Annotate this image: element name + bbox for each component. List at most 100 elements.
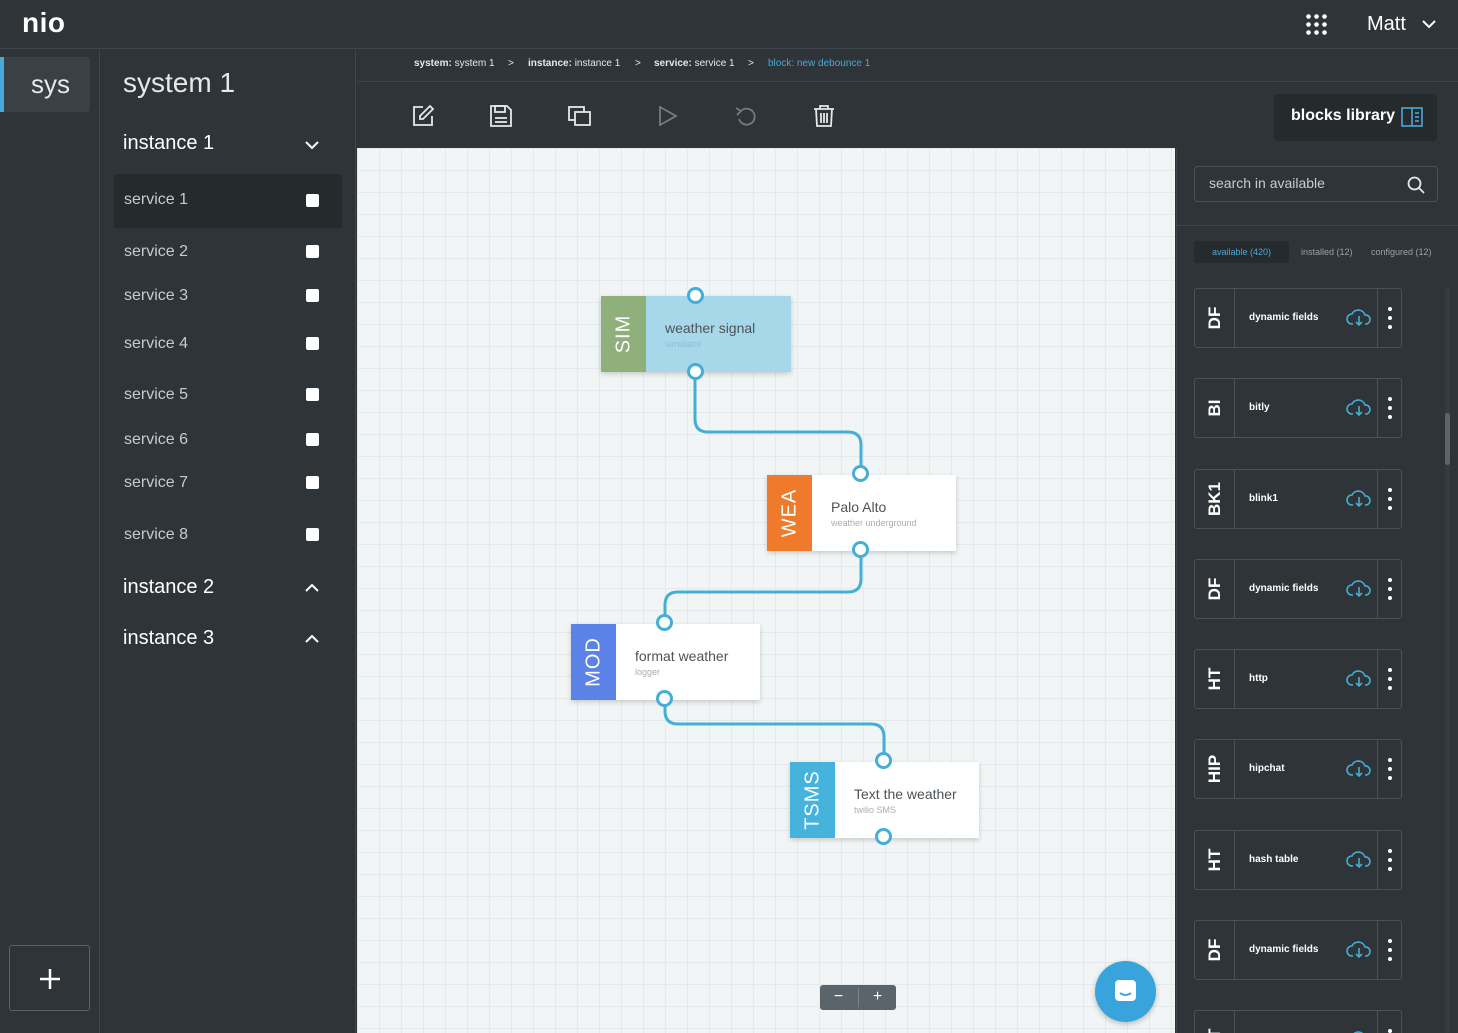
- service-item-3[interactable]: service 3: [114, 274, 342, 318]
- more-options-icon[interactable]: [1377, 379, 1401, 437]
- service-item-7[interactable]: service 7: [114, 461, 342, 505]
- stop-icon[interactable]: [306, 528, 319, 541]
- input-port[interactable]: [875, 752, 892, 769]
- service-item-6[interactable]: service 6: [114, 418, 342, 462]
- instance-2-header[interactable]: instance 2: [123, 576, 214, 599]
- block-code-tag: HIP: [1195, 740, 1235, 798]
- search-icon[interactable]: [1407, 176, 1425, 194]
- input-port[interactable]: [852, 465, 869, 482]
- service-item-8[interactable]: service 8: [114, 513, 342, 557]
- library-block-card[interactable]: DF dynamic fields: [1194, 559, 1402, 619]
- more-options-icon[interactable]: [1377, 650, 1401, 708]
- block-connections: [663, 372, 886, 761]
- nio-logo[interactable]: nio: [22, 7, 66, 39]
- blocks-library-button[interactable]: blocks library: [1274, 94, 1437, 141]
- cloud-download-icon[interactable]: [1346, 668, 1372, 688]
- stop-icon[interactable]: [306, 245, 319, 258]
- input-port[interactable]: [687, 287, 704, 304]
- service-item-1[interactable]: service 1: [114, 174, 342, 228]
- play-icon[interactable]: [654, 103, 680, 129]
- breadcrumb-service[interactable]: service: service 1: [654, 58, 735, 69]
- library-block-card[interactable]: BK1 blink1: [1194, 469, 1402, 529]
- trash-icon[interactable]: [811, 103, 837, 129]
- cloud-download-icon[interactable]: [1346, 1029, 1372, 1033]
- top-bar: nio Matt: [0, 0, 1458, 49]
- block-name: hash table: [1249, 854, 1299, 865]
- more-options-icon[interactable]: [1377, 470, 1401, 528]
- block-code-tag: HT: [1195, 831, 1235, 889]
- stop-icon[interactable]: [306, 289, 319, 302]
- more-options-icon[interactable]: [1377, 740, 1401, 798]
- rail-item-sys[interactable]: sys: [0, 57, 90, 112]
- service-item-5[interactable]: service 5: [114, 373, 342, 417]
- library-block-card[interactable]: HT http: [1194, 649, 1402, 709]
- block-name: blink1: [1249, 493, 1278, 504]
- stop-icon[interactable]: [306, 194, 319, 207]
- output-port[interactable]: [875, 828, 892, 845]
- chevron-down-icon[interactable]: [304, 137, 320, 153]
- cloud-download-icon[interactable]: [1346, 397, 1372, 417]
- search-input[interactable]: [1209, 175, 1399, 191]
- output-port[interactable]: [656, 690, 673, 707]
- chevron-up-icon[interactable]: [304, 631, 320, 647]
- scrollbar-thumb[interactable]: [1445, 413, 1450, 465]
- cloud-download-icon[interactable]: [1346, 758, 1372, 778]
- breadcrumb-system[interactable]: system: system 1: [414, 58, 495, 69]
- cloud-download-icon[interactable]: [1346, 939, 1372, 959]
- more-options-icon[interactable]: [1377, 289, 1401, 347]
- filter-configured[interactable]: configured (12): [1371, 241, 1432, 263]
- breadcrumb-block: block: new debounce 1: [768, 58, 871, 69]
- service-item-4[interactable]: service 4: [114, 322, 342, 366]
- save-icon[interactable]: [488, 103, 514, 129]
- stop-icon[interactable]: [306, 433, 319, 446]
- apps-grid-icon[interactable]: [1306, 14, 1327, 35]
- library-block-card[interactable]: DF dynamic fields: [1194, 920, 1402, 980]
- instance-1-header[interactable]: instance 1: [123, 132, 214, 155]
- more-options-icon[interactable]: [1377, 1011, 1401, 1033]
- service-item-2[interactable]: service 2: [114, 230, 342, 274]
- stop-icon[interactable]: [306, 337, 319, 350]
- library-block-card[interactable]: DF dynamic fields: [1194, 288, 1402, 348]
- library-block-card[interactable]: HT: [1194, 1010, 1402, 1033]
- block-node[interactable]: WEA Palo Alto weather underground: [767, 475, 956, 551]
- service-canvas[interactable]: SIM weather signal simulator WEA Palo Al…: [357, 148, 1175, 1033]
- library-block-card[interactable]: HIP hipchat: [1194, 739, 1402, 799]
- block-node[interactable]: MOD format weather logger: [571, 624, 760, 700]
- more-options-icon[interactable]: [1377, 831, 1401, 889]
- more-options-icon[interactable]: [1377, 921, 1401, 979]
- breadcrumb-instance[interactable]: instance: instance 1: [528, 58, 620, 69]
- zoom-in-button[interactable]: +: [859, 986, 896, 1009]
- cloud-download-icon[interactable]: [1346, 488, 1372, 508]
- chevron-up-icon[interactable]: [304, 580, 320, 596]
- library-block-card[interactable]: HT hash table: [1194, 830, 1402, 890]
- output-port[interactable]: [852, 541, 869, 558]
- cloud-download-icon[interactable]: [1346, 578, 1372, 598]
- plus-icon: [40, 969, 60, 989]
- input-port[interactable]: [656, 614, 673, 631]
- cloud-download-icon[interactable]: [1346, 307, 1372, 327]
- filter-available[interactable]: available (420): [1194, 241, 1289, 263]
- chat-button[interactable]: [1095, 961, 1156, 1022]
- chat-icon: [1115, 980, 1136, 1001]
- block-name: weather signal: [665, 320, 756, 336]
- add-system-button[interactable]: [9, 945, 90, 1011]
- filter-installed[interactable]: installed (12): [1301, 241, 1353, 263]
- block-node[interactable]: TSMS Text the weather twilio SMS: [790, 762, 979, 838]
- stop-icon[interactable]: [306, 476, 319, 489]
- chevron-down-icon[interactable]: [1421, 16, 1437, 32]
- instance-3-header[interactable]: instance 3: [123, 627, 214, 650]
- editor-toolbar: blocks library: [357, 83, 1458, 148]
- zoom-out-button[interactable]: −: [820, 986, 857, 1009]
- edit-icon[interactable]: [410, 103, 436, 129]
- stop-icon[interactable]: [306, 388, 319, 401]
- more-options-icon[interactable]: [1377, 560, 1401, 618]
- cloud-download-icon[interactable]: [1346, 849, 1372, 869]
- undo-icon[interactable]: [733, 103, 759, 129]
- block-node[interactable]: SIM weather signal simulator: [601, 296, 791, 372]
- breadcrumb-separator: >: [508, 58, 514, 69]
- output-port[interactable]: [687, 363, 704, 380]
- user-menu[interactable]: Matt: [1367, 13, 1406, 36]
- scrollbar-track[interactable]: [1445, 288, 1450, 1033]
- library-block-card[interactable]: BI bitly: [1194, 378, 1402, 438]
- duplicate-icon[interactable]: [567, 103, 593, 129]
